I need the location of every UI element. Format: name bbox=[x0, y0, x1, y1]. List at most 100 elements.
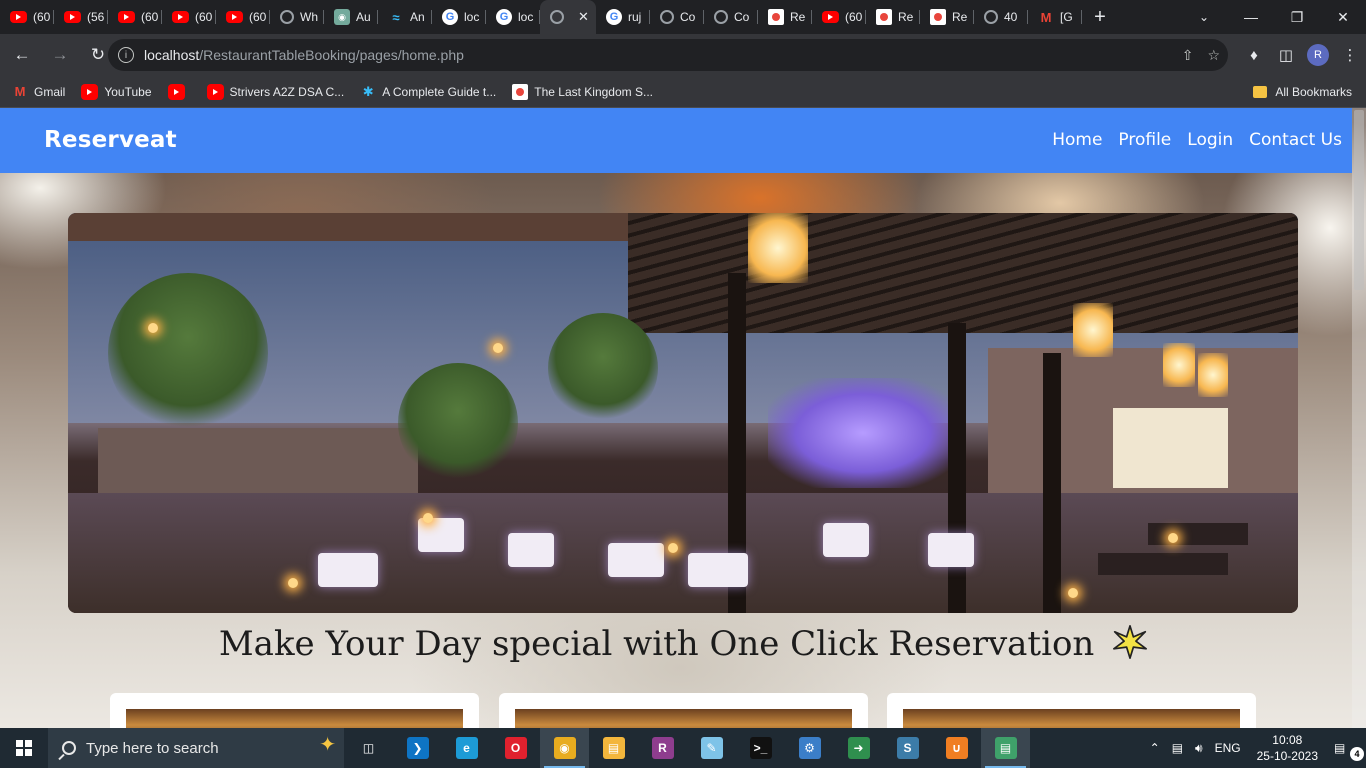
taskbar-app[interactable]: ❯ bbox=[393, 728, 442, 768]
notification-center-icon[interactable]: ▤ 4 bbox=[1334, 741, 1364, 761]
close-tab-icon[interactable]: ✕ bbox=[578, 9, 589, 25]
forward-arrow-icon[interactable]: → bbox=[44, 39, 76, 71]
browser-tab[interactable]: (60 bbox=[812, 0, 866, 34]
browser-tab[interactable]: Gruj bbox=[596, 0, 650, 34]
bookmark-item[interactable] bbox=[167, 83, 191, 100]
bookmark-item[interactable]: YouTube bbox=[81, 83, 152, 100]
hero-lantern bbox=[1163, 343, 1195, 387]
share-icon[interactable]: ⇧ bbox=[1182, 47, 1194, 64]
back-arrow-icon[interactable]: ← bbox=[6, 39, 38, 71]
app-window-icon: ▤ bbox=[994, 737, 1017, 759]
menu-kebab-icon[interactable]: ⋮ bbox=[1334, 39, 1366, 71]
restore-icon[interactable]: ❐ bbox=[1274, 0, 1320, 34]
tab-title: Re bbox=[790, 10, 806, 24]
taskbar-app[interactable]: R bbox=[638, 728, 687, 768]
tab-search-chevron-icon[interactable]: ⌄ bbox=[1190, 0, 1218, 34]
browser-tab[interactable]: (60 bbox=[216, 0, 270, 34]
taskbar-app[interactable]: S bbox=[883, 728, 932, 768]
taskbar-app[interactable]: ✎ bbox=[687, 728, 736, 768]
taskbar-app[interactable]: ▤ bbox=[981, 728, 1030, 768]
browser-tab[interactable]: (60 bbox=[162, 0, 216, 34]
browser-tab[interactable]: Gloc bbox=[432, 0, 486, 34]
bookmark-item[interactable]: Strivers A2Z DSA C... bbox=[206, 83, 344, 100]
taskbar-app[interactable]: ▤ bbox=[589, 728, 638, 768]
browser-tab[interactable]: Re bbox=[758, 0, 812, 34]
chrome-icon: ◉ bbox=[553, 737, 576, 759]
tab-title: Re bbox=[952, 10, 968, 24]
taskbar-app[interactable]: e bbox=[442, 728, 491, 768]
clock-date: 25-10-2023 bbox=[1256, 749, 1318, 763]
bookmark-item[interactable]: The Last Kingdom S... bbox=[512, 83, 653, 100]
hero-palm-tree bbox=[548, 313, 658, 423]
taskbar-app[interactable]: ⚙ bbox=[785, 728, 834, 768]
page-viewport: Reserveat Home Profile Login Contact Us bbox=[0, 108, 1366, 728]
sparkle-star-icon bbox=[1113, 625, 1148, 659]
restaurant-card[interactable] bbox=[499, 693, 868, 728]
browser-tab[interactable]: Wh bbox=[270, 0, 324, 34]
tray-chevron-icon[interactable]: ⌃ bbox=[1150, 741, 1160, 755]
tab-title: 40 bbox=[1004, 10, 1018, 24]
nav-link-profile[interactable]: Profile bbox=[1118, 130, 1171, 150]
browser-tab[interactable]: Gloc bbox=[486, 0, 540, 34]
globe-icon bbox=[984, 10, 998, 24]
side-panel-icon[interactable]: ◫ bbox=[1270, 39, 1302, 71]
taskbar-apps: ◫ ❯ e O ◉ ▤ R ✎ >_ ⚙ ➜ S ∪ ▤ bbox=[344, 728, 1030, 768]
browser-tab[interactable]: Re bbox=[866, 0, 920, 34]
taskbar-app[interactable]: ◫ bbox=[344, 728, 393, 768]
language-indicator[interactable]: ENG bbox=[1215, 741, 1241, 755]
profile-avatar[interactable]: R bbox=[1307, 44, 1329, 66]
hero-restaurant-image bbox=[68, 213, 1298, 613]
network-icon[interactable]: ▤ bbox=[1172, 741, 1183, 755]
url-text[interactable]: localhost/RestaurantTableBooking/pages/h… bbox=[144, 47, 464, 63]
address-bar[interactable]: i localhost/RestaurantTableBooking/pages… bbox=[108, 39, 1228, 71]
chatgpt-icon: ◉ bbox=[334, 9, 350, 25]
scrollbar-thumb[interactable] bbox=[1354, 110, 1364, 290]
taskbar-search-box[interactable]: Type here to search ✦ bbox=[48, 728, 344, 768]
new-tab-button[interactable]: + bbox=[1082, 0, 1118, 34]
tab-title: (60 bbox=[33, 10, 51, 24]
nav-link-contact-us[interactable]: Contact Us bbox=[1249, 130, 1342, 150]
restaurant-card-image bbox=[903, 709, 1240, 728]
browser-tab[interactable]: (56 bbox=[54, 0, 108, 34]
site-info-icon[interactable]: i bbox=[118, 47, 134, 63]
terminal-icon: >_ bbox=[749, 737, 772, 759]
bookmark-item[interactable]: M Gmail bbox=[12, 84, 66, 100]
browser-tab[interactable]: Co bbox=[704, 0, 758, 34]
tab-title: (60 bbox=[249, 10, 267, 24]
globe-icon bbox=[714, 10, 728, 24]
browser-tab[interactable]: Co bbox=[650, 0, 704, 34]
taskbar-app[interactable]: ➜ bbox=[834, 728, 883, 768]
nav-link-login[interactable]: Login bbox=[1187, 130, 1233, 150]
browser-tab[interactable]: ✕ bbox=[540, 0, 596, 34]
volume-icon[interactable]: 🔊︎ bbox=[1195, 741, 1203, 756]
minimize-icon[interactable]: — bbox=[1228, 0, 1274, 34]
hero-window bbox=[1113, 408, 1228, 488]
window-controls: — ❐ ✕ bbox=[1228, 0, 1366, 34]
browser-tab[interactable]: Re bbox=[920, 0, 974, 34]
clock[interactable]: 10:08 25-10-2023 bbox=[1257, 732, 1318, 764]
bookmark-star-icon[interactable]: ☆ bbox=[1207, 47, 1220, 64]
browser-tab[interactable]: (60 bbox=[108, 0, 162, 34]
close-window-icon[interactable]: ✕ bbox=[1320, 0, 1366, 34]
browser-tab-strip: (60 (56 (60 (60 (60 Wh ◉ Au ≈ An Gloc Gloc ✕ Gruj Co Co… bbox=[0, 0, 1366, 34]
site-brand[interactable]: Reserveat bbox=[44, 127, 177, 153]
bookmark-label: A Complete Guide t... bbox=[382, 84, 497, 99]
taskbar-app[interactable]: >_ bbox=[736, 728, 785, 768]
browser-tab[interactable]: 40 bbox=[974, 0, 1028, 34]
taskbar-app[interactable]: O bbox=[491, 728, 540, 768]
tab-title: (60 bbox=[141, 10, 159, 24]
browser-tab[interactable]: M [G bbox=[1028, 0, 1082, 34]
taskbar-app[interactable]: ◉ bbox=[540, 728, 589, 768]
browser-tab[interactable]: (60 bbox=[0, 0, 54, 34]
extensions-puzzle-icon[interactable]: ♦ bbox=[1238, 39, 1270, 71]
bookmark-item[interactable]: ✱ A Complete Guide t... bbox=[360, 84, 497, 100]
page-scrollbar[interactable] bbox=[1352, 108, 1366, 728]
browser-tab[interactable]: ◉ Au bbox=[324, 0, 378, 34]
nav-link-home[interactable]: Home bbox=[1052, 130, 1102, 150]
restaurant-card[interactable] bbox=[887, 693, 1256, 728]
start-button[interactable] bbox=[0, 728, 48, 768]
all-bookmarks[interactable]: All Bookmarks bbox=[1253, 76, 1352, 108]
restaurant-card[interactable] bbox=[110, 693, 479, 728]
taskbar-app[interactable]: ∪ bbox=[932, 728, 981, 768]
browser-tab[interactable]: ≈ An bbox=[378, 0, 432, 34]
